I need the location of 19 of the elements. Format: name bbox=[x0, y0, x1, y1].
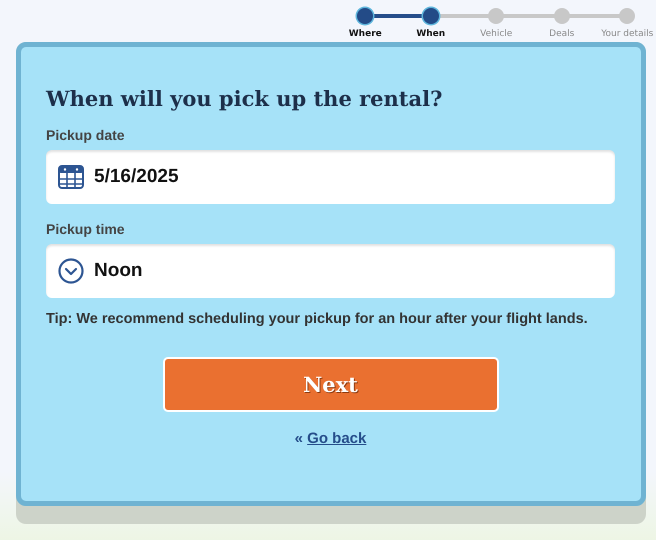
tip-text: Tip: We recommend scheduling your pickup for an hour after your flight lands. bbox=[46, 311, 589, 327]
field-label: Pickup time bbox=[46, 221, 126, 237]
step-label: Vehicle bbox=[480, 29, 512, 39]
field-label: Pickup date bbox=[46, 127, 126, 143]
form-title: When will you pick up the rental? bbox=[46, 86, 444, 111]
step-dot[interactable] bbox=[357, 8, 374, 24]
step-dot[interactable] bbox=[619, 8, 636, 24]
step-label: Where bbox=[348, 29, 382, 39]
time-field[interactable]: Noon bbox=[46, 244, 615, 298]
step-dot[interactable] bbox=[554, 8, 570, 24]
chevron-icon: « bbox=[294, 430, 303, 447]
step-dot[interactable] bbox=[422, 8, 439, 24]
step-dot[interactable] bbox=[488, 8, 504, 24]
step-label: When bbox=[416, 29, 446, 39]
step-label: Your details bbox=[601, 29, 654, 39]
calendar-icon bbox=[58, 164, 84, 190]
step-label: Deals bbox=[549, 29, 574, 39]
go-back-link[interactable]: Go back bbox=[307, 430, 366, 447]
date-field[interactable]: 5/16/2025 bbox=[46, 150, 615, 204]
